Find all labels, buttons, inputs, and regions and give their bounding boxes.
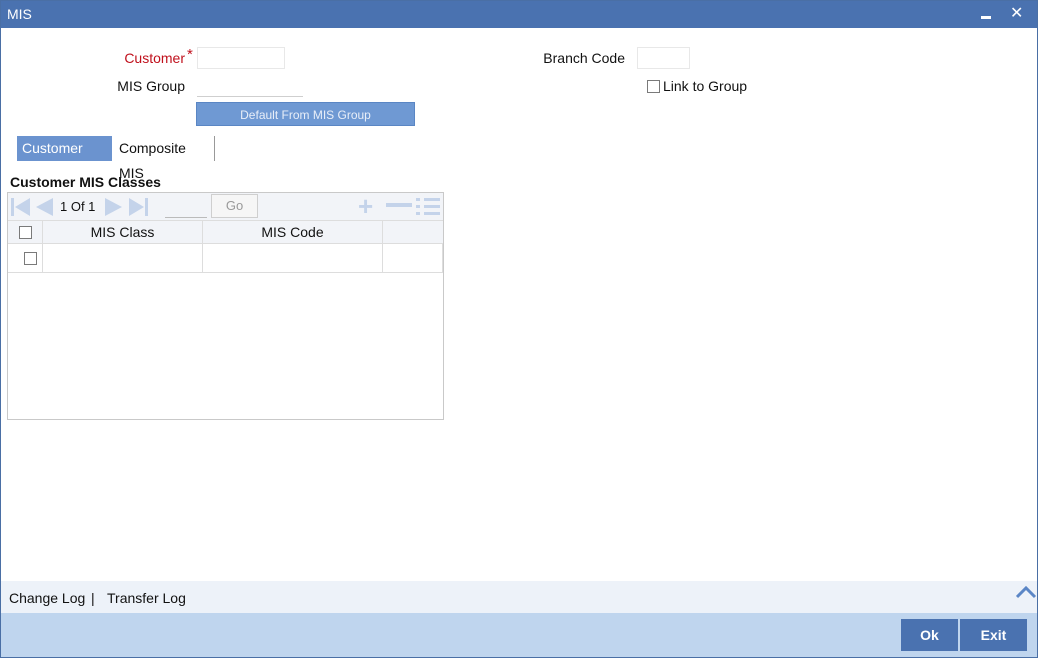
customer-label: Customer	[124, 50, 185, 66]
transfer-log-link[interactable]: Transfer Log	[107, 590, 186, 606]
mis-classes-grid: 1 Of 1 Go + MIS Class MIS Code	[7, 192, 444, 420]
tab-composite-mis[interactable]: Composite MIS	[114, 136, 215, 181]
previous-page-icon[interactable]	[33, 196, 55, 218]
mis-code-cell[interactable]	[203, 244, 383, 272]
customer-input[interactable]	[197, 47, 285, 69]
mis-group-input[interactable]	[197, 75, 303, 97]
grid-header: MIS Class MIS Code	[8, 220, 443, 244]
go-button[interactable]: Go	[211, 194, 258, 218]
branch-code-label: Branch Code	[543, 50, 625, 66]
action-bar: Ok Exit	[1, 613, 1037, 657]
title-bar: MIS ✕	[1, 1, 1037, 28]
branch-code-input[interactable]	[637, 47, 690, 69]
single-view-icon[interactable]	[416, 197, 440, 215]
close-icon[interactable]: ✕	[1010, 3, 1023, 23]
link-to-group-checkbox[interactable]	[647, 80, 660, 93]
link-to-group-label: Link to Group	[663, 78, 748, 94]
extra-cell	[383, 244, 443, 272]
table-row	[8, 244, 443, 273]
row-checkbox[interactable]	[24, 252, 37, 265]
grid-navigation-bar: 1 Of 1 Go +	[8, 193, 443, 220]
footer-links-bar: Change Log | Transfer Log	[1, 581, 1037, 613]
delete-row-icon[interactable]	[386, 203, 412, 207]
minimize-icon[interactable]	[981, 3, 993, 23]
column-header-mis-class[interactable]: MIS Class	[43, 221, 203, 243]
required-mark: *	[187, 46, 193, 63]
default-from-mis-group-button[interactable]: Default From MIS Group	[196, 102, 415, 126]
exit-button[interactable]: Exit	[960, 619, 1027, 651]
first-page-icon[interactable]	[10, 196, 32, 218]
page-number-input[interactable]	[165, 196, 207, 218]
column-header-mis-code[interactable]: MIS Code	[203, 221, 383, 243]
chevron-up-icon[interactable]	[1015, 585, 1037, 599]
tab-customer-mis[interactable]: Customer MIS	[17, 136, 112, 181]
change-log-link[interactable]: Change Log	[9, 590, 85, 606]
mis-class-cell[interactable]	[43, 244, 203, 272]
column-header-extra	[383, 221, 443, 243]
window-title: MIS	[7, 6, 32, 22]
select-all-checkbox[interactable]	[19, 226, 32, 239]
footer-separator: |	[91, 590, 95, 606]
header-select-cell	[8, 221, 43, 243]
mis-window: MIS ✕ Customer * MIS Group Branch Code L…	[0, 0, 1038, 658]
customer-mis-classes-title: Customer MIS Classes	[10, 174, 161, 190]
next-page-icon[interactable]	[103, 196, 125, 218]
add-row-icon[interactable]: +	[358, 193, 373, 219]
last-page-icon[interactable]	[127, 196, 149, 218]
row-select-cell	[8, 244, 43, 272]
mis-group-label: MIS Group	[117, 78, 185, 94]
page-info: 1 Of 1	[60, 199, 96, 214]
ok-button[interactable]: Ok	[901, 619, 958, 651]
